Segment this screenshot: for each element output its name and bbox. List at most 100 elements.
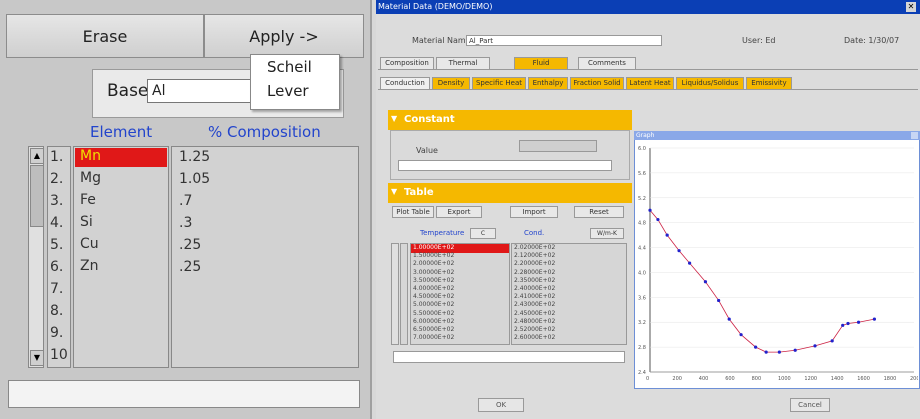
data-point xyxy=(648,208,652,212)
cond-cell[interactable]: 2.35000E+02 xyxy=(514,277,555,284)
table-scrollbar[interactable] xyxy=(391,243,399,345)
cond-cell[interactable]: 2.48000E+02 xyxy=(514,318,555,325)
value-combo[interactable] xyxy=(519,140,597,152)
element-cell[interactable]: Mg xyxy=(80,170,101,186)
element-cell[interactable]: Mn xyxy=(80,148,101,164)
data-point xyxy=(841,323,845,327)
cond-cell[interactable]: 2.28000E+02 xyxy=(514,269,555,276)
composition-cell[interactable]: .25 xyxy=(179,259,201,275)
element-column-header: Element xyxy=(90,123,153,141)
collapse-icon[interactable]: ▼ xyxy=(391,114,397,123)
expand-icon[interactable]: ▼ xyxy=(391,187,397,196)
x-tick-label: 0 xyxy=(646,376,649,382)
data-point xyxy=(856,320,861,324)
scroll-down-icon[interactable]: ▼ xyxy=(30,350,44,366)
composition-column-header: % Composition xyxy=(208,123,321,141)
x-tick-label: 200 xyxy=(672,376,682,382)
data-point xyxy=(656,217,660,222)
temperature-cell[interactable]: 7.00000E+02 xyxy=(413,334,454,341)
user-label: User: Ed xyxy=(742,36,776,45)
temperature-cell[interactable]: 3.50000E+02 xyxy=(413,277,454,284)
element-cell[interactable]: Fe xyxy=(80,192,96,208)
cond-cell[interactable]: 2.60000E+02 xyxy=(514,334,555,341)
scroll-thumb[interactable] xyxy=(30,165,44,227)
temperature-cell[interactable]: 5.50000E+02 xyxy=(413,310,454,317)
data-point xyxy=(872,317,876,321)
composition-cell[interactable]: .3 xyxy=(179,215,192,231)
cond-cell[interactable]: 2.41000E+02 xyxy=(514,293,555,300)
subtab-conduction[interactable]: Conduction xyxy=(380,77,430,89)
scroll-up-icon[interactable]: ▲ xyxy=(30,148,44,164)
cond-cell[interactable]: 2.45000E+02 xyxy=(514,310,555,317)
material-name-input[interactable]: Al_Part xyxy=(466,35,662,46)
apply-button[interactable]: Apply -> xyxy=(204,14,364,58)
graph-close-icon[interactable] xyxy=(911,132,918,139)
temperature-unit-combo[interactable]: C xyxy=(470,228,496,239)
tab-fluid[interactable]: Fluid xyxy=(514,57,568,69)
cond-cell[interactable]: 2.52000E+02 xyxy=(514,326,555,333)
cond-cell[interactable]: 2.12000E+02 xyxy=(514,252,555,259)
temperature-cell[interactable]: 1.50000E+02 xyxy=(413,252,454,259)
close-icon[interactable]: ✕ xyxy=(906,2,916,12)
subtab-specific-heat[interactable]: Specific Heat xyxy=(472,77,526,89)
x-tick-label: 400 xyxy=(699,376,709,382)
temperature-cell[interactable]: 2.00000E+02 xyxy=(413,260,454,267)
menu-item-scheil[interactable]: Scheil xyxy=(267,58,312,76)
reset-button[interactable]: Reset xyxy=(574,206,624,218)
window-title: Material Data (DEMO/DEMO) xyxy=(378,2,493,11)
cond-cell[interactable]: 2.43000E+02 xyxy=(514,301,555,308)
tab-comments[interactable]: Comments xyxy=(578,57,636,69)
ok-button[interactable]: OK xyxy=(478,398,524,412)
temperature-cell[interactable]: 1.00000E+02 xyxy=(413,244,454,251)
vertical-scrollbar[interactable]: ▲ ▼ xyxy=(28,146,44,368)
table-row-numbers xyxy=(400,243,408,345)
table-section-header[interactable]: Table xyxy=(388,183,632,203)
subtab-liquidus-solidus[interactable]: Liquidus/Solidus xyxy=(676,77,744,89)
temperature-cell[interactable]: 4.50000E+02 xyxy=(413,293,454,300)
temperature-cell[interactable]: 4.00000E+02 xyxy=(413,285,454,292)
date-label: Date: 1/30/07 xyxy=(844,36,900,45)
temperature-cell[interactable]: 3.00000E+02 xyxy=(413,269,454,276)
subtab-fraction-solid[interactable]: Fraction Solid xyxy=(570,77,624,89)
erase-button[interactable]: Erase xyxy=(6,14,204,58)
subtab-latent-heat[interactable]: Latent Heat xyxy=(626,77,674,89)
composition-cell[interactable]: 1.05 xyxy=(179,171,210,187)
cond-cell[interactable]: 2.20000E+02 xyxy=(514,260,555,267)
menu-item-lever[interactable]: Lever xyxy=(267,82,309,100)
element-cell[interactable]: Cu xyxy=(80,236,99,252)
plot-table-button[interactable]: Plot Table xyxy=(392,206,434,218)
y-tick-label: 6.0 xyxy=(638,146,646,152)
import-button[interactable]: Import xyxy=(510,206,558,218)
subtab-density[interactable]: Density xyxy=(432,77,470,89)
temperature-cell[interactable]: 5.00000E+02 xyxy=(413,301,454,308)
temperature-cell[interactable]: 6.50000E+02 xyxy=(413,326,454,333)
series-line xyxy=(649,209,875,353)
tab-composition[interactable]: Composition xyxy=(380,57,434,69)
composition-cell[interactable]: 1.25 xyxy=(179,149,210,165)
subtab-enthalpy[interactable]: Enthalpy xyxy=(528,77,568,89)
y-tick-label: 4.0 xyxy=(638,270,646,276)
element-cell[interactable]: Zn xyxy=(80,258,98,274)
cond-cell[interactable]: 2.40000E+02 xyxy=(514,285,555,292)
composition-cell[interactable]: .25 xyxy=(179,237,201,253)
x-tick-label: 1000 xyxy=(778,376,791,382)
data-point xyxy=(677,249,681,253)
row-number: 6. xyxy=(50,259,64,275)
tab-thermal[interactable]: Thermal xyxy=(436,57,490,69)
y-tick-label: 4.8 xyxy=(638,221,646,227)
y-tick-label: 2.4 xyxy=(638,370,646,376)
window-titlebar: Material Data (DEMO/DEMO) ✕ xyxy=(376,0,920,14)
cond-cell[interactable]: 2.02000E+02 xyxy=(514,244,555,251)
cond-unit-combo[interactable]: W/m-K xyxy=(590,228,624,239)
subtab-emissivity[interactable]: Emissivity xyxy=(746,77,792,89)
x-tick-label: 2000 xyxy=(910,376,918,382)
value-input[interactable] xyxy=(398,160,612,171)
row-number: 1. xyxy=(50,149,64,165)
element-cell[interactable]: Si xyxy=(80,214,93,230)
composition-cell[interactable]: .7 xyxy=(179,193,192,209)
export-button[interactable]: Export xyxy=(436,206,482,218)
subtab-divider xyxy=(378,89,918,90)
cancel-button[interactable]: Cancel xyxy=(790,398,830,412)
temperature-cell[interactable]: 6.00000E+02 xyxy=(413,318,454,325)
constant-section-header[interactable]: Constant xyxy=(388,110,632,130)
